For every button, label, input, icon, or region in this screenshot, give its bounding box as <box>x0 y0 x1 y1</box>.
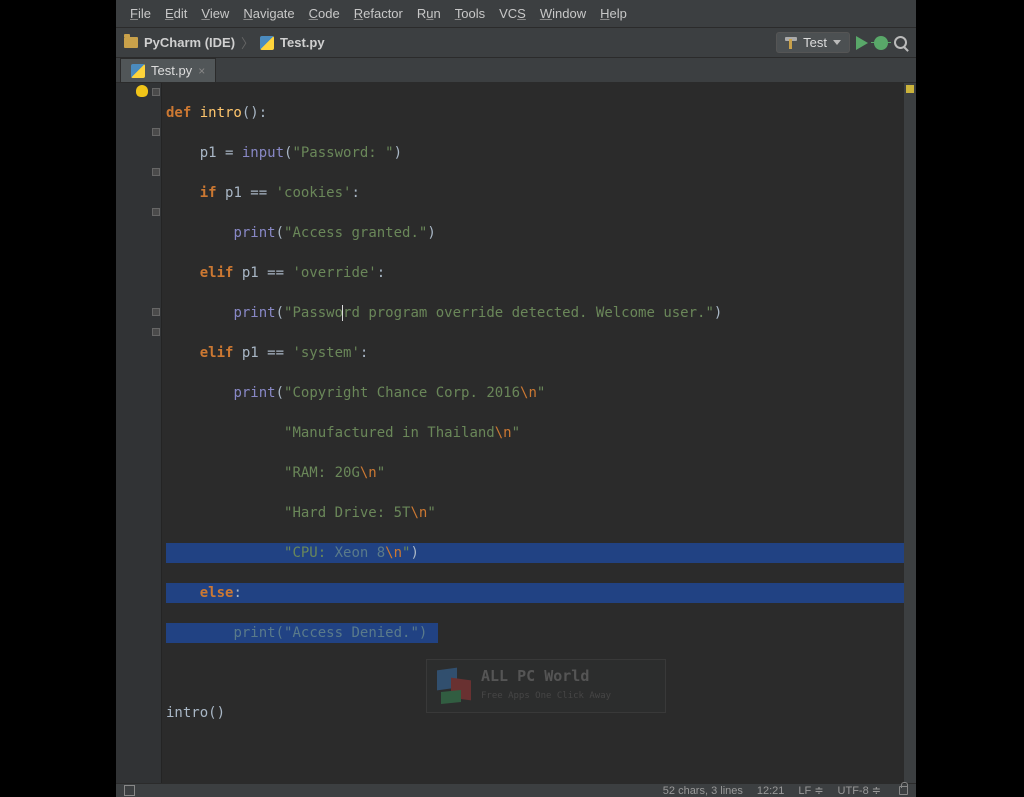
warning-marker[interactable] <box>906 85 914 93</box>
hammer-icon <box>785 37 797 49</box>
status-position[interactable]: 12:21 <box>757 785 785 797</box>
editor-tab[interactable]: Test.py × <box>120 58 216 82</box>
chevron-down-icon <box>833 40 841 45</box>
watermark: ALL PC World Free Apps One Click Away <box>426 659 666 713</box>
menu-help[interactable]: Help <box>594 4 633 23</box>
debug-button[interactable] <box>874 36 888 50</box>
breadcrumb-sep: 〉 <box>241 33 254 52</box>
intention-bulb-icon[interactable] <box>136 85 148 97</box>
menu-vcs[interactable]: VCS <box>493 4 532 23</box>
folder-icon <box>124 37 138 48</box>
fold-toggle[interactable] <box>152 308 160 316</box>
watermark-logo-icon <box>437 669 471 703</box>
python-file-icon <box>131 64 145 78</box>
error-stripe[interactable] <box>904 83 916 783</box>
menu-tools[interactable]: Tools <box>449 4 491 23</box>
text-caret <box>342 305 343 321</box>
status-bar: 52 chars, 3 lines 12:21 LF ≑ UTF-8 ≑ <box>116 783 916 797</box>
menu-refactor[interactable]: Refactor <box>348 4 409 23</box>
fold-toggle[interactable] <box>152 328 160 336</box>
run-config-label: Test <box>803 35 827 50</box>
menu-navigate[interactable]: Navigate <box>237 4 300 23</box>
menu-view[interactable]: View <box>195 4 235 23</box>
menu-file[interactable]: File <box>124 4 157 23</box>
gutter[interactable] <box>116 83 162 783</box>
menu-code[interactable]: Code <box>303 4 346 23</box>
watermark-title: ALL PC World <box>481 666 611 686</box>
code-editor[interactable]: def intro(): p1 = input("Password: ") if… <box>116 83 916 783</box>
lock-icon[interactable] <box>899 786 908 795</box>
fold-toggle[interactable] <box>152 208 160 216</box>
menu-window[interactable]: Window <box>534 4 592 23</box>
status-line-ending[interactable]: LF ≑ <box>798 784 823 797</box>
breadcrumb-file[interactable]: Test.py <box>280 35 325 50</box>
status-encoding[interactable]: UTF-8 ≑ <box>838 784 881 797</box>
run-config-selector[interactable]: Test <box>776 32 850 53</box>
toolbar: PyCharm (IDE) 〉 Test.py Test <box>116 27 916 58</box>
menu-run[interactable]: Run <box>411 4 447 23</box>
breadcrumb-project[interactable]: PyCharm (IDE) <box>144 35 235 50</box>
python-file-icon <box>260 36 274 50</box>
watermark-subtitle: Free Apps One Click Away <box>481 686 611 706</box>
fold-toggle[interactable] <box>152 128 160 136</box>
fold-toggle[interactable] <box>152 88 160 96</box>
fold-toggle[interactable] <box>152 168 160 176</box>
tool-window-icon[interactable] <box>124 785 135 796</box>
menu-bar: File Edit View Navigate Code Refactor Ru… <box>116 0 916 27</box>
menu-edit[interactable]: Edit <box>159 4 193 23</box>
run-button[interactable] <box>856 36 868 50</box>
close-tab-icon[interactable]: × <box>198 64 205 78</box>
tab-label: Test.py <box>151 63 192 78</box>
editor-tab-bar: Test.py × <box>116 58 916 83</box>
search-button[interactable] <box>894 36 908 50</box>
status-selection: 52 chars, 3 lines <box>663 785 743 797</box>
